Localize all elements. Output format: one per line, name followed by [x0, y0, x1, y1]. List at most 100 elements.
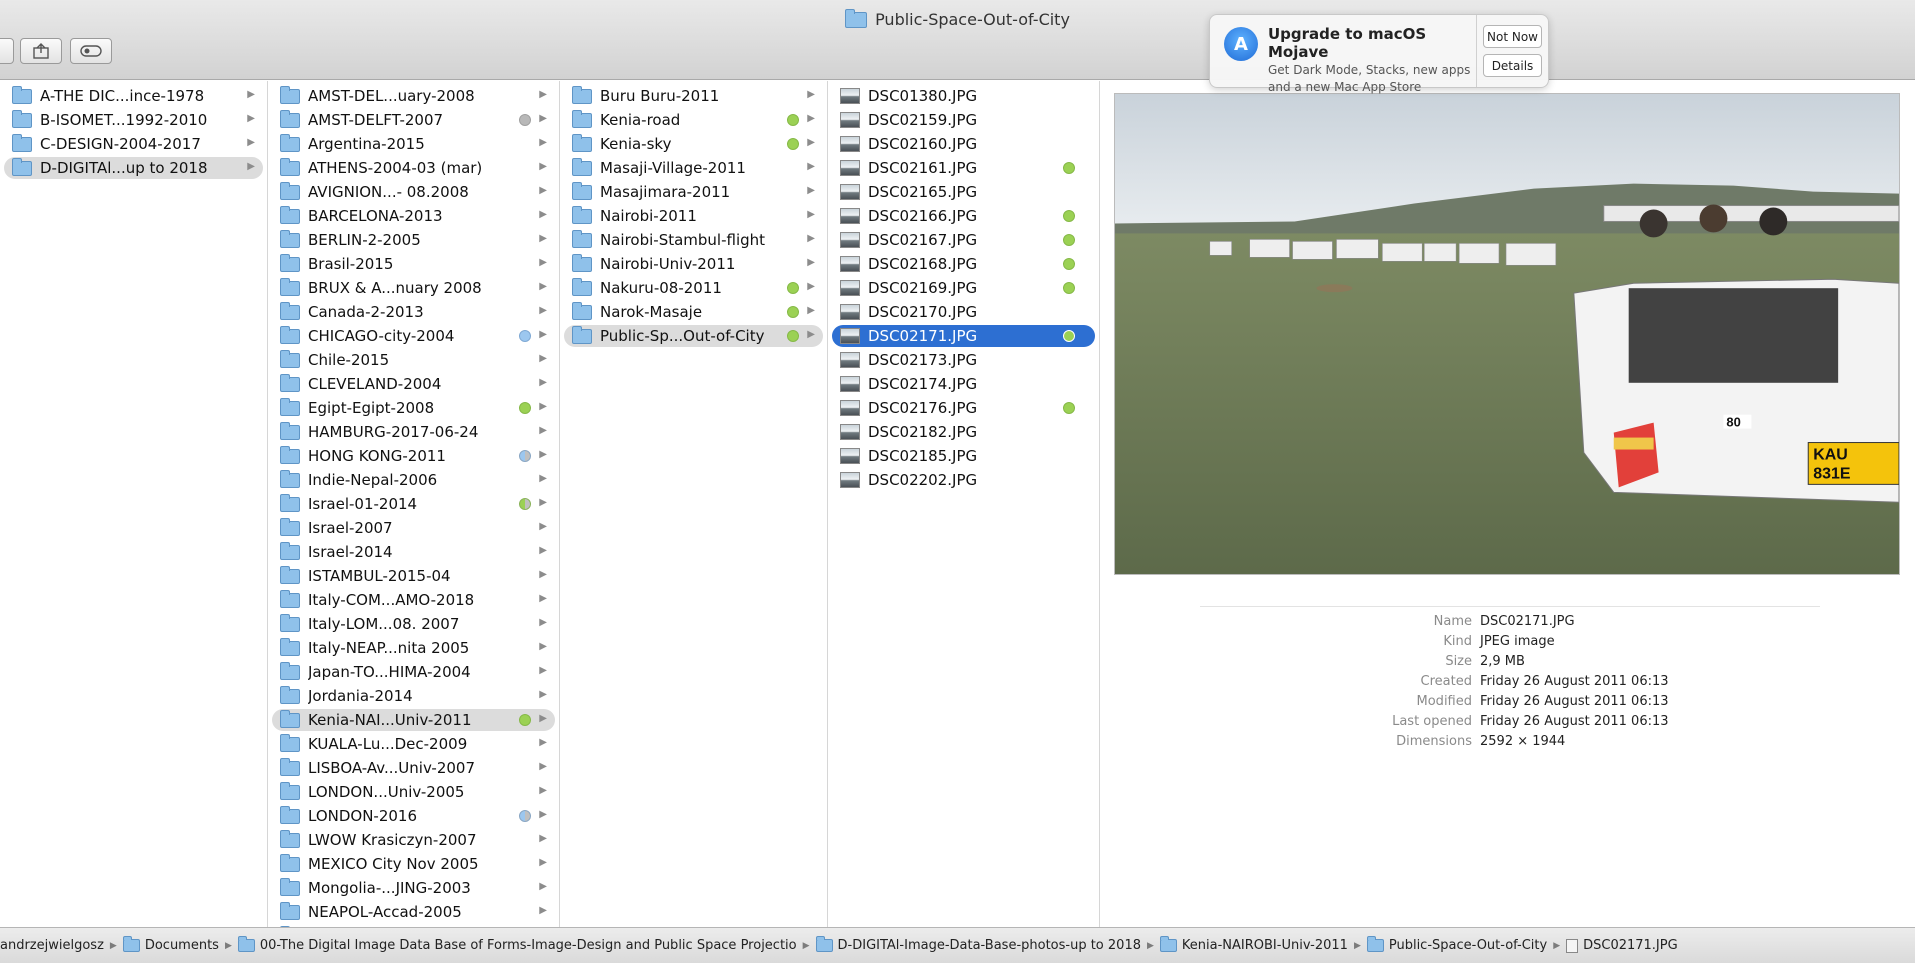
list-item[interactable]: BARCELONA-2013 ▶: [268, 204, 559, 228]
list-item[interactable]: ISTAMBUL-2015-04 ▶: [268, 564, 559, 588]
list-item[interactable]: DSC02159.JPG: [828, 108, 1099, 132]
share-button[interactable]: [20, 38, 62, 64]
list-item[interactable]: BERLIN-2-2005 ▶: [268, 228, 559, 252]
list-item[interactable]: Israel-2014 ▶: [268, 540, 559, 564]
list-item[interactable]: DSC02185.JPG: [828, 444, 1099, 468]
image-file-icon: [840, 424, 860, 440]
list-item[interactable]: DSC02166.JPG: [828, 204, 1099, 228]
list-item[interactable]: DSC02169.JPG: [828, 276, 1099, 300]
list-item[interactable]: Israel-01-2014 ▶: [268, 492, 559, 516]
list-item[interactable]: Egipt-Egipt-2008 ▶: [268, 396, 559, 420]
path-crumb[interactable]: 00-The Digital Image Data Base of Forms-…: [237, 936, 797, 953]
list-item[interactable]: DSC02176.JPG: [828, 396, 1099, 420]
list-item-selected[interactable]: Kenia-NAI...Univ-2011 ▶: [268, 708, 559, 732]
list-item[interactable]: DSC02161.JPG: [828, 156, 1099, 180]
disclosure-arrow-icon: ▶: [247, 113, 255, 124]
list-item[interactable]: DSC02173.JPG: [828, 348, 1099, 372]
list-item[interactable]: KUALA-Lu...Dec-2009 ▶: [268, 732, 559, 756]
list-item[interactable]: Nairobi-2011 ▶: [560, 204, 827, 228]
list-item[interactable]: Italy-NEAP...nita 2005 ▶: [268, 636, 559, 660]
path-crumb[interactable]: Kenia-NAIROBI-Univ-2011: [1159, 936, 1348, 953]
color-tag-icon: [1063, 258, 1075, 270]
list-item[interactable]: DSC02160.JPG: [828, 132, 1099, 156]
list-item[interactable]: B-ISOMET...1992-2010 ▶: [0, 108, 267, 132]
list-item[interactable]: NEAPOL-Accad-2005 ▶: [268, 900, 559, 924]
list-item[interactable]: DSC02170.JPG: [828, 300, 1099, 324]
path-separator-icon: ▶: [109, 940, 117, 951]
item-label: Kenia-sky: [600, 135, 672, 153]
list-item[interactable]: Indie-Nepal-2006 ▶: [268, 468, 559, 492]
disclosure-arrow-icon: ▶: [807, 281, 815, 292]
list-item[interactable]: Kenia-road ▶: [560, 108, 827, 132]
info-row: Name DSC02171.JPG: [1100, 611, 1915, 631]
list-item[interactable]: AMST-DELFT-2007 ▶: [268, 108, 559, 132]
path-crumb[interactable]: DSC02171.JPG: [1566, 938, 1678, 953]
tags-button[interactable]: [70, 38, 112, 64]
list-item[interactable]: Kenia-sky ▶: [560, 132, 827, 156]
list-item[interactable]: DSC02165.JPG: [828, 180, 1099, 204]
window-title: Public-Space-Out-of-City: [0, 8, 1915, 29]
action-button[interactable]: [0, 38, 14, 64]
list-item[interactable]: AVIGNION...- 08.2008 ▶: [268, 180, 559, 204]
list-item[interactable]: Israel-2007 ▶: [268, 516, 559, 540]
folder-icon: [280, 205, 300, 224]
list-item[interactable]: Brasil-2015 ▶: [268, 252, 559, 276]
list-item[interactable]: DSC02168.JPG: [828, 252, 1099, 276]
list-item[interactable]: CLEVELAND-2004 ▶: [268, 372, 559, 396]
list-item[interactable]: A-THE DIC...ince-1978 ▶: [0, 84, 267, 108]
disclosure-arrow-icon: ▶: [539, 329, 547, 340]
path-crumb[interactable]: Documents: [122, 936, 219, 953]
list-item[interactable]: Narok-Masaje ▶: [560, 300, 827, 324]
list-item[interactable]: Chile-2015 ▶: [268, 348, 559, 372]
list-item[interactable]: Nakuru-08-2011 ▶: [560, 276, 827, 300]
list-item[interactable]: Nairobi-Stambul-flight ▶: [560, 228, 827, 252]
list-item[interactable]: Masaji-Village-2011 ▶: [560, 156, 827, 180]
bus-number-text: 80: [1726, 415, 1740, 430]
list-item[interactable]: DSC02174.JPG: [828, 372, 1099, 396]
list-item[interactable]: LONDON-2016 ▶: [268, 804, 559, 828]
column-kenia: Buru Buru-2011 ▶ Kenia-road ▶ Kenia-sky ▶ Masa…: [560, 81, 828, 927]
list-item[interactable]: Japan-TO...HIMA-2004 ▶: [268, 660, 559, 684]
list-item[interactable]: Argentina-2015 ▶: [268, 132, 559, 156]
list-item[interactable]: Italy-LOM...08. 2007 ▶: [268, 612, 559, 636]
not-now-button[interactable]: Not Now: [1483, 25, 1542, 48]
list-item[interactable]: C-DESIGN-2004-2017 ▶: [0, 132, 267, 156]
list-item-selected[interactable]: D-DIGITAl...up to 2018 ▶: [0, 156, 267, 180]
list-item[interactable]: DSC01380.JPG: [828, 84, 1099, 108]
list-item[interactable]: Nairobi-Univ-2011 ▶: [560, 252, 827, 276]
item-label: DSC02182.JPG: [868, 423, 978, 441]
list-item[interactable]: LWOW Krasiczyn-2007 ▶: [268, 828, 559, 852]
disclosure-arrow-icon: ▶: [539, 281, 547, 292]
list-item[interactable]: DSC02167.JPG: [828, 228, 1099, 252]
list-item-selected[interactable]: DSC02171.JPG: [828, 324, 1099, 348]
list-item[interactable]: DSC02202.JPG: [828, 468, 1099, 492]
list-item-selected[interactable]: Public-Sp...Out-of-City ▶: [560, 324, 827, 348]
list-item[interactable]: Jordania-2014 ▶: [268, 684, 559, 708]
list-item[interactable]: ATHENS-2004-03 (mar) ▶: [268, 156, 559, 180]
list-item[interactable]: Italy-COM...AMO-2018 ▶: [268, 588, 559, 612]
list-item[interactable]: AMST-DEL...uary-2008 ▶: [268, 84, 559, 108]
image-file-icon: [840, 256, 860, 272]
path-crumb[interactable]: D-DIGITAl-Image-Data-Base-photos-up to 2…: [815, 936, 1141, 953]
info-value: DSC02171.JPG: [1480, 613, 1575, 629]
list-item[interactable]: Masajimara-2011 ▶: [560, 180, 827, 204]
list-item[interactable]: DSC02182.JPG: [828, 420, 1099, 444]
path-crumb[interactable]: Public-Space-Out-of-City: [1366, 936, 1547, 953]
upgrade-notification[interactable]: A Upgrade to macOS Mojave Get Dark Mode,…: [1209, 14, 1549, 94]
list-item[interactable]: Canada-2-2013 ▶: [268, 300, 559, 324]
color-tag-icon: [1063, 234, 1075, 246]
list-item[interactable]: CHICAGO-city-2004 ▶: [268, 324, 559, 348]
list-item[interactable]: LISBOA-Av...Univ-2007 ▶: [268, 756, 559, 780]
path-crumb[interactable]: andrzejwielgosz: [0, 938, 104, 953]
list-item[interactable]: HAMBURG-2017-06-24 ▶: [268, 420, 559, 444]
info-key: Size: [1445, 653, 1472, 669]
list-item[interactable]: HONG KONG-2011 ▶: [268, 444, 559, 468]
list-item[interactable]: Mongolia-...JING-2003 ▶: [268, 876, 559, 900]
list-item[interactable]: Buru Buru-2011 ▶: [560, 84, 827, 108]
list-item[interactable]: MEXICO City Nov 2005 ▶: [268, 852, 559, 876]
item-label: Argentina-2015: [308, 135, 425, 153]
list-item[interactable]: LONDON...Univ-2005 ▶: [268, 780, 559, 804]
details-button[interactable]: Details: [1483, 54, 1542, 77]
list-item[interactable]: BRUX & A...nuary 2008 ▶: [268, 276, 559, 300]
plate-text-line2: 831E: [1813, 465, 1850, 482]
